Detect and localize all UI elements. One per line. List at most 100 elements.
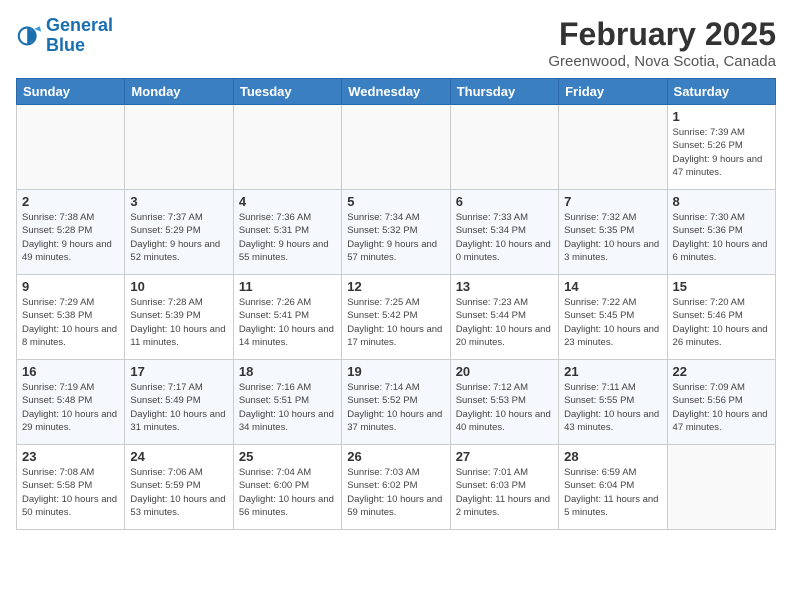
week-row-5: 23 Sunrise: 7:08 AM Sunset: 5:58 PM Dayli… — [17, 445, 776, 530]
logo-line1: General — [46, 15, 113, 35]
day-number: 19 — [347, 364, 444, 379]
day-number: 12 — [347, 279, 444, 294]
day-header-friday: Friday — [559, 79, 667, 105]
calendar-cell: 11Sunrise: 7:26 AM Sunset: 5:41 PM Dayli… — [233, 275, 341, 360]
day-info: Sunrise: 7:06 AM Sunset: 5:59 PM Dayligh… — [130, 466, 227, 519]
day-info: Sunrise: 7:38 AM Sunset: 5:28 PM Dayligh… — [22, 211, 119, 264]
calendar-cell — [559, 105, 667, 190]
calendar-cell: 24 Sunrise: 7:06 AM Sunset: 5:59 PM Dayli… — [125, 445, 233, 530]
calendar-cell: 16Sunrise: 7:19 AM Sunset: 5:48 PM Dayli… — [17, 360, 125, 445]
day-number: 7 — [564, 194, 661, 209]
calendar-cell: 22 Sunrise: 7:09 AM Sunset: 5:56 PM Dayli… — [667, 360, 775, 445]
day-number: 21 — [564, 364, 661, 379]
day-header-tuesday: Tuesday — [233, 79, 341, 105]
calendar-cell: 6 Sunrise: 7:33 AM Sunset: 5:34 PM Daylig… — [450, 190, 558, 275]
day-number: 11 — [239, 279, 336, 294]
day-info: Sunrise: 7:36 AM Sunset: 5:31 PM Dayligh… — [239, 211, 336, 264]
calendar-cell: 12 Sunrise: 7:25 AM Sunset: 5:42 PM Dayli… — [342, 275, 450, 360]
day-number: 25 — [239, 449, 336, 464]
calendar-cell: 17 Sunrise: 7:17 AM Sunset: 5:49 PM Dayli… — [125, 360, 233, 445]
calendar-cell: 1 Sunrise: 7:39 AM Sunset: 5:26 PM Daylig… — [667, 105, 775, 190]
week-row-3: 9 Sunrise: 7:29 AM Sunset: 5:38 PM Daylig… — [17, 275, 776, 360]
calendar-cell: 7 Sunrise: 7:32 AM Sunset: 5:35 PM Daylig… — [559, 190, 667, 275]
calendar-cell: 19 Sunrise: 7:14 AM Sunset: 5:52 PM Dayli… — [342, 360, 450, 445]
week-row-4: 16Sunrise: 7:19 AM Sunset: 5:48 PM Dayli… — [17, 360, 776, 445]
day-number: 10 — [130, 279, 227, 294]
day-info: Sunrise: 6:59 AM Sunset: 6:04 PM Dayligh… — [564, 466, 661, 519]
calendar-cell: 13Sunrise: 7:23 AM Sunset: 5:44 PM Dayli… — [450, 275, 558, 360]
calendar-cell — [342, 105, 450, 190]
day-info: Sunrise: 7:11 AM Sunset: 5:55 PM Dayligh… — [564, 381, 661, 434]
calendar-cell: 3Sunrise: 7:37 AM Sunset: 5:29 PM Daylig… — [125, 190, 233, 275]
day-info: Sunrise: 7:34 AM Sunset: 5:32 PM Dayligh… — [347, 211, 444, 264]
day-info: Sunrise: 7:28 AM Sunset: 5:39 PM Dayligh… — [130, 296, 227, 349]
day-info: Sunrise: 7:12 AM Sunset: 5:53 PM Dayligh… — [456, 381, 553, 434]
calendar-cell: 21 Sunrise: 7:11 AM Sunset: 5:55 PM Dayli… — [559, 360, 667, 445]
day-header-monday: Monday — [125, 79, 233, 105]
calendar: SundayMondayTuesdayWednesdayThursdayFrid… — [16, 78, 776, 530]
title-area: February 2025 Greenwood, Nova Scotia, Ca… — [548, 16, 776, 70]
calendar-cell: 2 Sunrise: 7:38 AM Sunset: 5:28 PM Daylig… — [17, 190, 125, 275]
calendar-cell — [17, 105, 125, 190]
day-number: 3 — [130, 194, 227, 209]
week-row-1: 1 Sunrise: 7:39 AM Sunset: 5:26 PM Daylig… — [17, 105, 776, 190]
day-info: Sunrise: 7:17 AM Sunset: 5:49 PM Dayligh… — [130, 381, 227, 434]
calendar-cell: 15 Sunrise: 7:20 AM Sunset: 5:46 PM Dayli… — [667, 275, 775, 360]
day-info: Sunrise: 7:14 AM Sunset: 5:52 PM Dayligh… — [347, 381, 444, 434]
day-header-saturday: Saturday — [667, 79, 775, 105]
day-number: 15 — [673, 279, 770, 294]
calendar-cell: 25 Sunrise: 7:04 AM Sunset: 6:00 PM Dayli… — [233, 445, 341, 530]
day-info: Sunrise: 7:19 AM Sunset: 5:48 PM Dayligh… — [22, 381, 119, 434]
day-info: Sunrise: 7:23 AM Sunset: 5:44 PM Dayligh… — [456, 296, 553, 349]
day-info: Sunrise: 7:30 AM Sunset: 5:36 PM Dayligh… — [673, 211, 770, 264]
calendar-cell: 23 Sunrise: 7:08 AM Sunset: 5:58 PM Dayli… — [17, 445, 125, 530]
day-info: Sunrise: 7:01 AM Sunset: 6:03 PM Dayligh… — [456, 466, 553, 519]
calendar-cell — [667, 445, 775, 530]
day-number: 8 — [673, 194, 770, 209]
day-number: 4 — [239, 194, 336, 209]
location-title: Greenwood, Nova Scotia, Canada — [548, 53, 776, 70]
calendar-cell: 14Sunrise: 7:22 AM Sunset: 5:45 PM Dayli… — [559, 275, 667, 360]
day-header-wednesday: Wednesday — [342, 79, 450, 105]
days-header-row: SundayMondayTuesdayWednesdayThursdayFrid… — [17, 79, 776, 105]
day-info: Sunrise: 7:39 AM Sunset: 5:26 PM Dayligh… — [673, 126, 770, 179]
day-info: Sunrise: 7:16 AM Sunset: 5:51 PM Dayligh… — [239, 381, 336, 434]
calendar-cell: 28Sunrise: 6:59 AM Sunset: 6:04 PM Dayli… — [559, 445, 667, 530]
day-number: 17 — [130, 364, 227, 379]
header: General Blue February 2025 Greenwood, No… — [16, 16, 776, 70]
day-number: 9 — [22, 279, 119, 294]
day-number: 6 — [456, 194, 553, 209]
day-info: Sunrise: 7:04 AM Sunset: 6:00 PM Dayligh… — [239, 466, 336, 519]
day-info: Sunrise: 7:25 AM Sunset: 5:42 PM Dayligh… — [347, 296, 444, 349]
day-number: 1 — [673, 109, 770, 124]
calendar-cell: 8 Sunrise: 7:30 AM Sunset: 5:36 PM Daylig… — [667, 190, 775, 275]
calendar-cell: 27 Sunrise: 7:01 AM Sunset: 6:03 PM Dayli… — [450, 445, 558, 530]
day-header-thursday: Thursday — [450, 79, 558, 105]
calendar-cell: 9 Sunrise: 7:29 AM Sunset: 5:38 PM Daylig… — [17, 275, 125, 360]
logo-icon — [16, 22, 44, 50]
calendar-cell: 18 Sunrise: 7:16 AM Sunset: 5:51 PM Dayli… — [233, 360, 341, 445]
day-info: Sunrise: 7:03 AM Sunset: 6:02 PM Dayligh… — [347, 466, 444, 519]
day-number: 14 — [564, 279, 661, 294]
day-number: 27 — [456, 449, 553, 464]
day-info: Sunrise: 7:09 AM Sunset: 5:56 PM Dayligh… — [673, 381, 770, 434]
day-info: Sunrise: 7:29 AM Sunset: 5:38 PM Dayligh… — [22, 296, 119, 349]
day-number: 2 — [22, 194, 119, 209]
day-number: 24 — [130, 449, 227, 464]
calendar-cell: 5Sunrise: 7:34 AM Sunset: 5:32 PM Daylig… — [342, 190, 450, 275]
logo: General Blue — [16, 16, 113, 56]
day-number: 18 — [239, 364, 336, 379]
month-title: February 2025 — [548, 16, 776, 53]
calendar-cell: 4 Sunrise: 7:36 AM Sunset: 5:31 PM Daylig… — [233, 190, 341, 275]
calendar-cell — [450, 105, 558, 190]
day-header-sunday: Sunday — [17, 79, 125, 105]
day-info: Sunrise: 7:32 AM Sunset: 5:35 PM Dayligh… — [564, 211, 661, 264]
day-info: Sunrise: 7:33 AM Sunset: 5:34 PM Dayligh… — [456, 211, 553, 264]
week-row-2: 2 Sunrise: 7:38 AM Sunset: 5:28 PM Daylig… — [17, 190, 776, 275]
day-number: 23 — [22, 449, 119, 464]
day-info: Sunrise: 7:20 AM Sunset: 5:46 PM Dayligh… — [673, 296, 770, 349]
calendar-cell: 26Sunrise: 7:03 AM Sunset: 6:02 PM Dayli… — [342, 445, 450, 530]
day-info: Sunrise: 7:08 AM Sunset: 5:58 PM Dayligh… — [22, 466, 119, 519]
day-number: 22 — [673, 364, 770, 379]
logo-line2: Blue — [46, 35, 85, 55]
